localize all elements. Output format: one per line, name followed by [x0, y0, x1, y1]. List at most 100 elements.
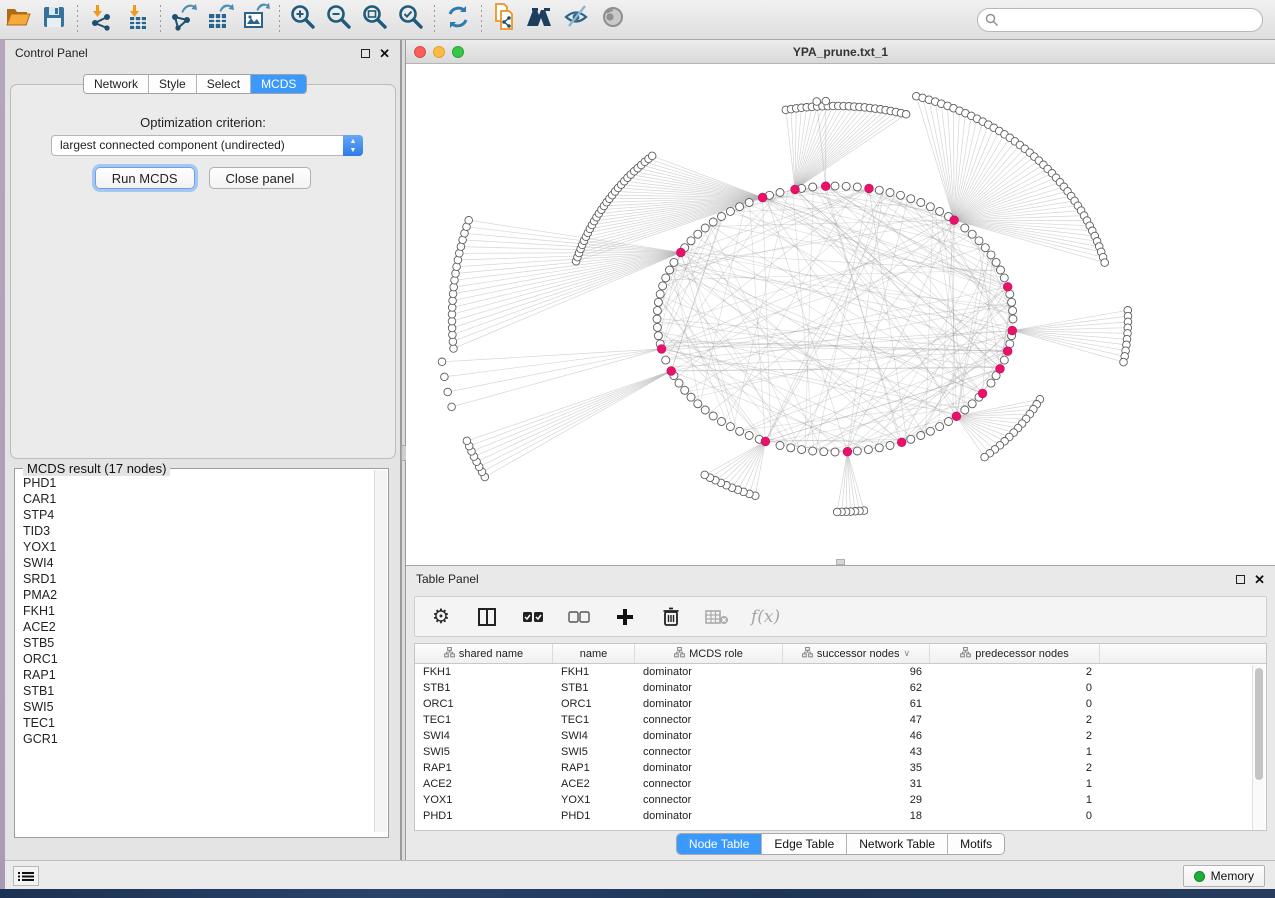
mcds-hub-node[interactable] [821, 182, 830, 191]
add-column-icon[interactable] [613, 605, 637, 629]
close-panel-button[interactable]: Close panel [209, 167, 312, 189]
network-node[interactable] [451, 277, 459, 285]
export-image-button[interactable] [238, 3, 274, 37]
network-node[interactable] [441, 373, 449, 381]
table-row[interactable]: SWI5SWI5connector431 [415, 744, 1266, 760]
network-node[interactable] [813, 98, 821, 106]
network-node[interactable] [726, 207, 734, 215]
network-node[interactable] [648, 152, 656, 160]
network-node[interactable] [450, 345, 458, 353]
table-row[interactable]: YOX1YOX1connector291 [415, 792, 1266, 808]
network-node[interactable] [864, 446, 872, 454]
network-node[interactable] [968, 230, 976, 238]
column-header-MCDS-role[interactable]: MCDS role [635, 644, 783, 663]
run-mcds-button[interactable]: Run MCDS [95, 167, 195, 189]
zoom-selected-button[interactable] [393, 3, 429, 37]
network-node[interactable] [709, 412, 717, 420]
network-node[interactable] [670, 258, 678, 266]
zoom-fit-button[interactable] [357, 3, 393, 37]
tab-node-table[interactable]: Node Table [677, 834, 763, 854]
import-table-button[interactable] [119, 3, 155, 37]
network-node[interactable] [776, 442, 784, 450]
list-item[interactable]: FKH1 [16, 603, 376, 619]
network-node[interactable] [926, 427, 934, 435]
network-node[interactable] [659, 282, 667, 290]
mcds-hub-node[interactable] [1008, 326, 1017, 335]
network-node[interactable] [842, 182, 850, 190]
list-item[interactable]: SRD1 [16, 571, 376, 587]
window-close-icon[interactable] [414, 46, 426, 58]
list-item[interactable]: TID3 [16, 523, 376, 539]
network-node[interactable] [448, 403, 456, 411]
network-node[interactable] [831, 448, 839, 456]
network-node[interactable] [681, 386, 689, 394]
mcds-hub-node[interactable] [676, 248, 685, 257]
tab-edge-table[interactable]: Edge Table [762, 834, 847, 854]
list-item[interactable]: STB1 [16, 683, 376, 699]
search-input[interactable] [999, 10, 1262, 30]
delete-icon[interactable] [659, 605, 683, 629]
window-minimize-icon[interactable] [433, 46, 445, 58]
column-header-predecessor-nodes[interactable]: predecessor nodes [930, 644, 1100, 663]
tab-network[interactable]: Network [84, 75, 149, 93]
network-node[interactable] [798, 446, 806, 454]
network-node[interactable] [653, 323, 661, 331]
mcds-hub-node[interactable] [667, 367, 676, 376]
network-node[interactable] [654, 332, 662, 340]
network-node[interactable] [656, 290, 664, 298]
zoom-in-button[interactable] [285, 3, 321, 37]
network-node[interactable] [726, 423, 734, 431]
criterion-dropdown[interactable]: largest connected component (undirected)… [51, 135, 363, 156]
network-node[interactable] [463, 437, 471, 445]
mcds-hub-node[interactable] [843, 447, 852, 456]
network-node[interactable] [1000, 356, 1008, 364]
network-node[interactable] [1000, 274, 1008, 282]
list-item[interactable]: ORC1 [16, 651, 376, 667]
network-node[interactable] [701, 224, 709, 232]
list-item[interactable]: SWI4 [16, 555, 376, 571]
mcds-hub-node[interactable] [1003, 282, 1012, 291]
column-header-successor-nodes[interactable]: successor nodes∨ [783, 644, 930, 663]
network-node[interactable] [745, 199, 753, 207]
network-node[interactable] [975, 237, 983, 245]
network-node[interactable] [718, 418, 726, 426]
list-item[interactable]: SWI5 [16, 699, 376, 715]
network-node[interactable] [822, 97, 830, 105]
network-node[interactable] [917, 432, 925, 440]
network-node[interactable] [694, 230, 702, 238]
float-panel-icon[interactable] [1236, 575, 1245, 584]
tab-mcds[interactable]: MCDS [251, 75, 306, 93]
deselect-all-icon[interactable] [567, 605, 591, 629]
list-item[interactable]: TEC1 [16, 715, 376, 731]
network-node[interactable] [853, 183, 861, 191]
network-node[interactable] [701, 471, 709, 479]
network-node[interactable] [886, 442, 894, 450]
network-canvas[interactable] [406, 64, 1275, 560]
network-node[interactable] [886, 189, 894, 197]
table-scrollbar[interactable] [1252, 665, 1265, 830]
table-row[interactable]: ACE2ACE2connector311 [415, 776, 1266, 792]
table-row[interactable]: RAP1RAP1dominator352 [415, 760, 1266, 776]
network-node[interactable] [981, 244, 989, 252]
network-node[interactable] [654, 298, 662, 306]
mcds-hub-node[interactable] [1003, 347, 1012, 356]
network-node[interactable] [718, 213, 726, 221]
network-node[interactable] [820, 448, 828, 456]
list-item[interactable]: STP4 [16, 507, 376, 523]
window-zoom-icon[interactable] [452, 46, 464, 58]
network-node[interactable] [809, 447, 817, 455]
task-history-button[interactable] [13, 866, 39, 886]
column-header-shared-name[interactable]: shared name [415, 644, 553, 663]
table-row[interactable]: SWI4SWI4dominator462 [415, 728, 1266, 744]
mcds-hub-node[interactable] [897, 438, 906, 447]
network-node[interactable] [1008, 298, 1016, 306]
network-node[interactable] [709, 218, 717, 226]
list-item[interactable]: GCR1 [16, 731, 376, 747]
list-item[interactable]: STB5 [16, 635, 376, 651]
list-item[interactable]: PMA2 [16, 587, 376, 603]
column-layout-icon[interactable] [475, 605, 499, 629]
network-node[interactable] [687, 237, 695, 245]
network-node[interactable] [961, 224, 969, 232]
open-file-button[interactable] [0, 3, 36, 37]
mcds-list-scrollbar[interactable] [374, 470, 387, 832]
